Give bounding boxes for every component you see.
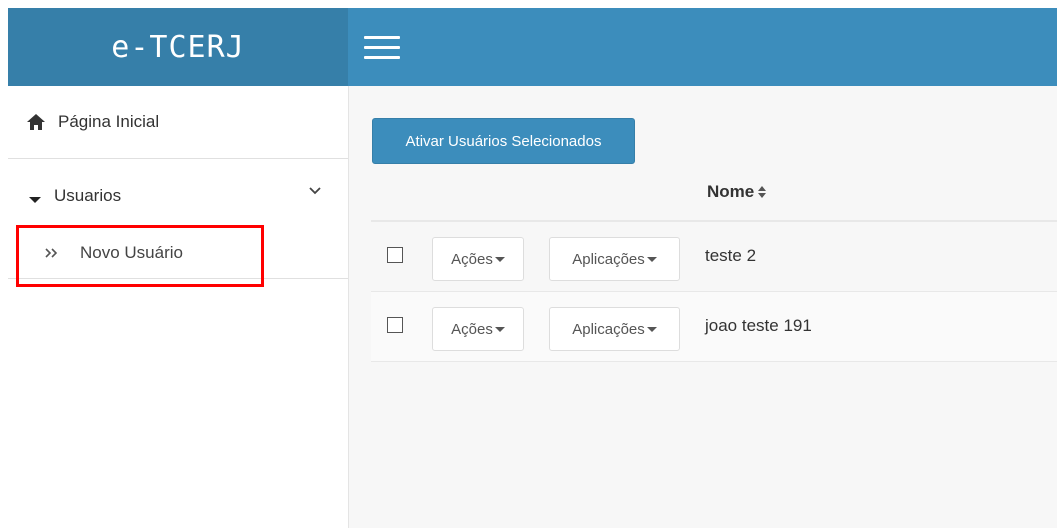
caret-down-icon [29, 197, 41, 203]
row-checkbox[interactable] [387, 317, 403, 333]
table-row: Ações Aplicações joao teste 191 [371, 292, 1057, 362]
applications-label: Aplicações [572, 250, 645, 268]
actions-dropdown-button[interactable]: Ações [432, 307, 524, 351]
sort-icon [758, 186, 767, 198]
main-content: Ativar Usuários Selecionados Nome Ações … [349, 86, 1057, 528]
chevron-down-icon [309, 187, 321, 195]
caret-down-icon [646, 326, 657, 332]
sidebar: Página Inicial Usuarios Novo Usuário [8, 86, 349, 528]
applications-dropdown-button[interactable]: Aplicações [549, 237, 680, 281]
activate-selected-users-button[interactable]: Ativar Usuários Selecionados [372, 118, 635, 164]
top-strip [0, 0, 1057, 8]
actions-label: Ações [451, 320, 493, 338]
sidebar-item-label: Novo Usuário [80, 243, 183, 262]
column-header-nome[interactable]: Nome [707, 182, 768, 202]
user-name-cell: joao teste 191 [705, 316, 812, 335]
app-title: e-TCERJ [111, 29, 245, 65]
applications-dropdown-button[interactable]: Aplicações [549, 307, 680, 351]
double-chevron-right-icon [45, 248, 58, 258]
applications-label: Aplicações [572, 320, 645, 338]
user-name-cell: teste 2 [705, 246, 757, 265]
sidebar-item-novo-usuario[interactable]: Novo Usuário [8, 228, 348, 279]
sidebar-item-label: Página Inicial [58, 112, 160, 131]
column-header-label: Nome [707, 182, 755, 201]
caret-down-icon [494, 326, 505, 332]
sidebar-item-label: Usuarios [54, 186, 122, 205]
table-header: Nome [371, 170, 1057, 222]
table-row: Ações Aplicações teste 2 [371, 222, 1057, 292]
home-icon [27, 114, 45, 130]
caret-down-icon [494, 256, 505, 262]
row-checkbox[interactable] [387, 247, 403, 263]
sidebar-item-home[interactable]: Página Inicial [8, 86, 348, 159]
sidebar-item-usuarios[interactable]: Usuarios [8, 166, 348, 226]
top-navbar [348, 8, 1057, 86]
actions-label: Ações [451, 250, 493, 268]
menu-toggle-icon[interactable] [364, 36, 400, 60]
actions-dropdown-button[interactable]: Ações [432, 237, 524, 281]
app-logo[interactable]: e-TCERJ [8, 8, 348, 86]
caret-down-icon [646, 256, 657, 262]
